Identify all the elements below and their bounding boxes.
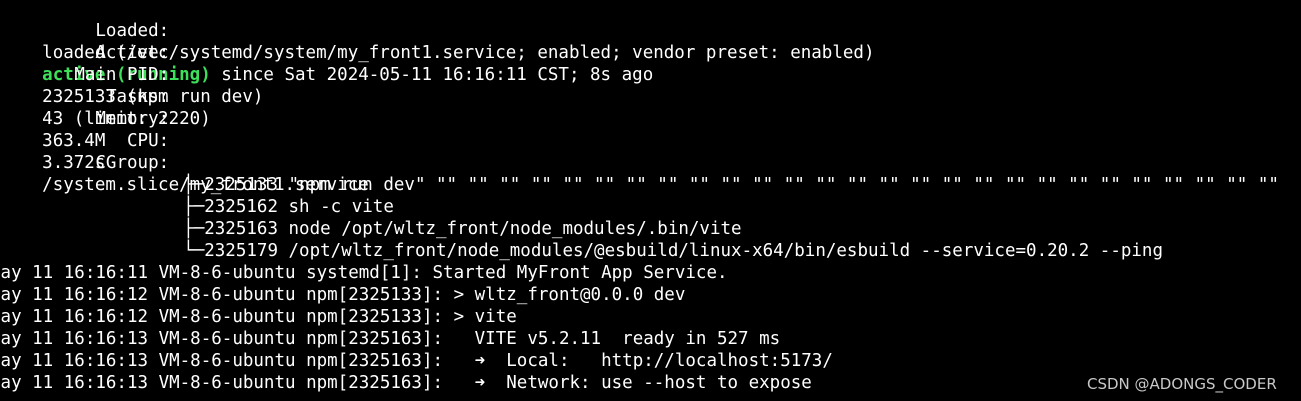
journal-line: May 11 16:16:13 VM-8-6-ubuntu npm[232516… xyxy=(0,373,812,393)
journal-line: May 11 16:16:13 VM-8-6-ubuntu npm[232516… xyxy=(0,329,781,349)
journal-line: May 11 16:16:11 VM-8-6-ubuntu systemd[1]… xyxy=(0,263,728,283)
status-cpu-row: CPU: 3.372s xyxy=(0,108,169,173)
journal-line: May 11 16:16:13 VM-8-6-ubuntu npm[232516… xyxy=(0,351,833,371)
journal-line: May 11 16:16:12 VM-8-6-ubuntu npm[232513… xyxy=(0,307,517,327)
status-loaded-row: Loaded: loaded (/etc/systemd/system/my_f… xyxy=(0,0,874,63)
status-memory-row: Memory: 363.4M xyxy=(0,86,169,151)
journal-line: May 11 16:16:12 VM-8-6-ubuntu npm[232513… xyxy=(0,285,686,305)
status-active-row: Active: active (running) since Sat 2024-… xyxy=(0,20,653,85)
cgroup-tree-item: ├─2325163 node /opt/wltz_front/node_modu… xyxy=(141,196,741,239)
cgroup-tree-item: ├─2325162 sh -c vite xyxy=(141,174,394,217)
active-since: since Sat 2024-05-11 16:16:11 CST; 8s ag… xyxy=(210,65,654,85)
status-main-pid-row: Main PID: 2325133 (npm run dev) xyxy=(0,42,263,107)
cgroup-tree-item: └─2325179 /opt/wltz_front/node_modules/@… xyxy=(141,218,1163,261)
cgroup-tree-item: ├─2325133 "npm run dev" "" "" "" "" "" "… xyxy=(141,152,1279,195)
watermark: CSDN @ADONGS_CODER xyxy=(1087,375,1277,393)
status-tasks-row: Tasks: 43 (limit: 2220) xyxy=(0,64,211,129)
terminal-window[interactable]: Loaded: loaded (/etc/systemd/system/my_f… xyxy=(0,0,1301,401)
status-cgroup-row: CGroup: /system.slice/my_front1.service xyxy=(0,130,369,195)
process-entry: 2325179 /opt/wltz_front/node_modules/@es… xyxy=(204,241,1164,261)
tree-last-branch-icon: └─ xyxy=(183,241,205,261)
